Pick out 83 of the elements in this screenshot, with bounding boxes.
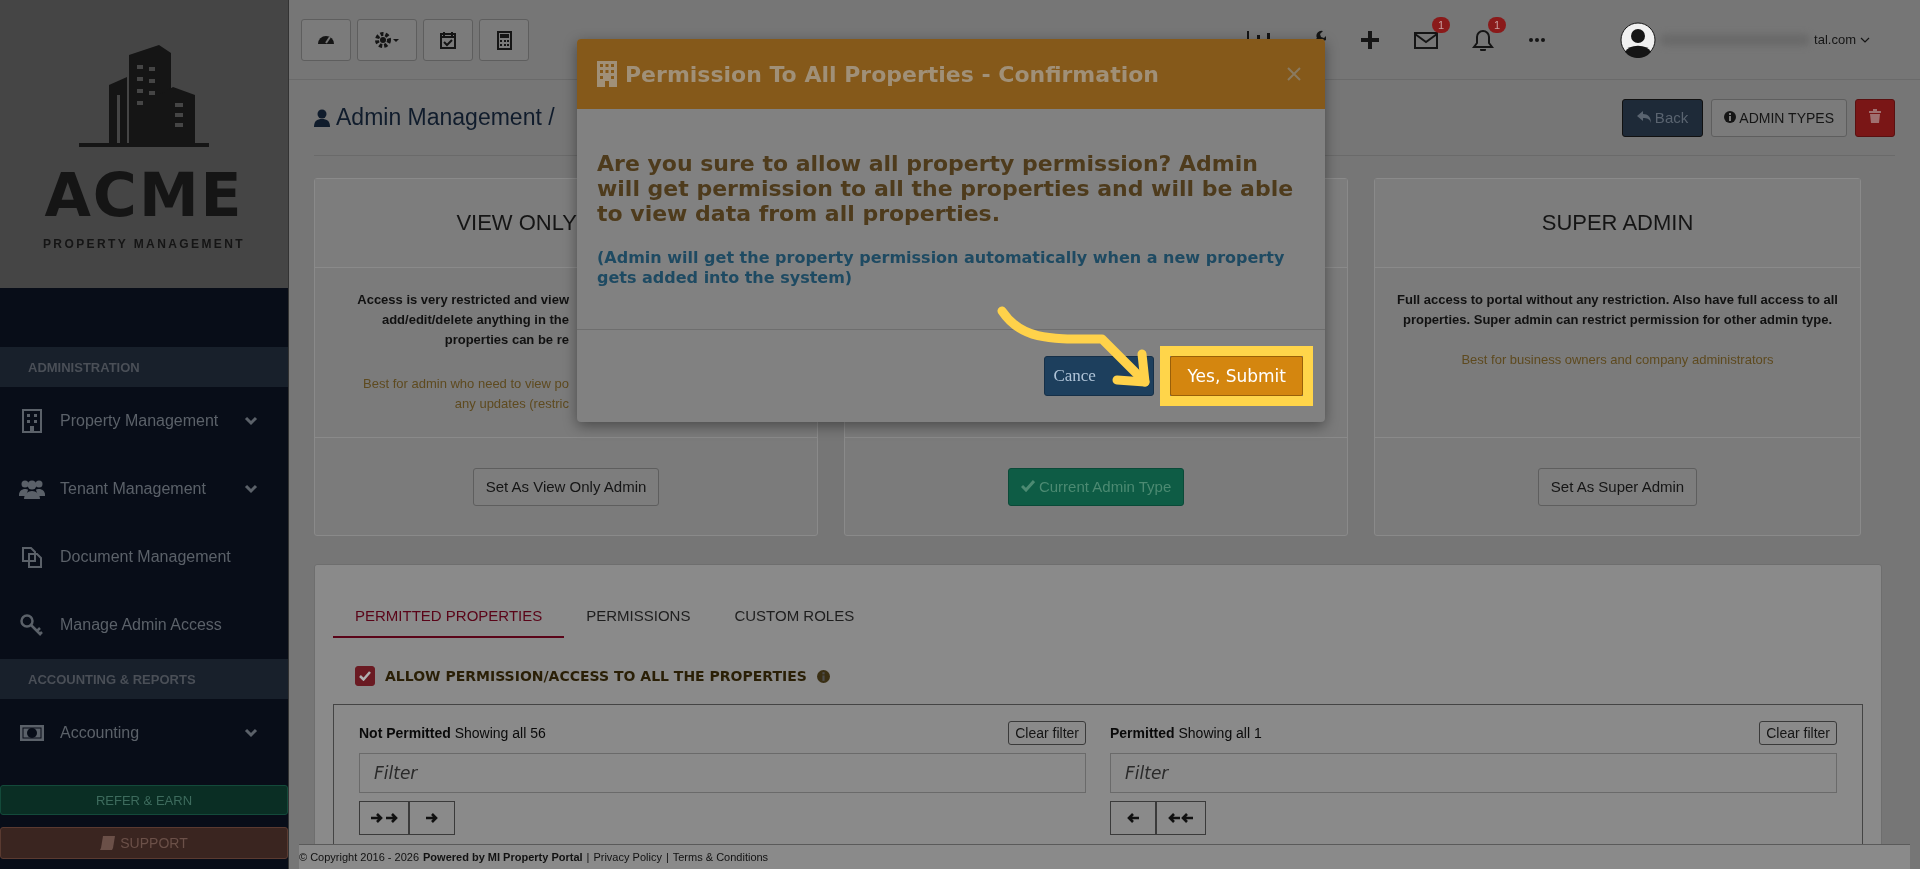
sidebar-item[interactable]: Tenant Management bbox=[0, 455, 288, 523]
page-title: Admin Management / bbox=[336, 104, 555, 131]
dialog-title: Permission To All Properties - Confirmation bbox=[625, 61, 1160, 87]
chevron-down-icon bbox=[244, 728, 258, 738]
copyright-text: © Copyright 2016 - 2026 bbox=[299, 851, 419, 863]
card-description: add/edit/delete anything in the bbox=[380, 311, 569, 329]
double-arrow-right-icon bbox=[370, 812, 398, 824]
submit-button[interactable]: Yes, Submit bbox=[1170, 356, 1303, 396]
key-icon bbox=[19, 613, 45, 637]
set-admin-type-button[interactable]: Set As View Only Admin bbox=[472, 467, 660, 506]
checkbox-label: ALLOW PERMISSION/ACCESS TO ALL THE PROPERTIES bbox=[385, 668, 807, 684]
book-icon bbox=[100, 835, 117, 851]
card-note: Best for business owners and company administrators bbox=[1460, 351, 1775, 369]
list-caption: Not Permitted Showing all 56 bbox=[359, 725, 546, 741]
toolbar-button[interactable] bbox=[479, 18, 529, 61]
card-description: Access is very restricted and view bbox=[356, 291, 569, 309]
filter-field[interactable]: Filter bbox=[359, 753, 1086, 793]
avatar-icon bbox=[1620, 21, 1657, 58]
footer-link[interactable]: Privacy Policy bbox=[593, 851, 662, 863]
move-button[interactable] bbox=[1156, 801, 1206, 835]
admin-types-button[interactable]: ADMIN TYPES bbox=[1711, 98, 1847, 137]
move-button[interactable] bbox=[359, 801, 409, 835]
sidebar-item[interactable]: Manage Admin Access bbox=[0, 591, 288, 659]
check-icon bbox=[1020, 480, 1035, 492]
sidebar-item[interactable]: Accounting bbox=[0, 699, 288, 767]
plus-icon bbox=[1360, 28, 1381, 51]
separator-text: | bbox=[586, 851, 590, 863]
checkbox[interactable] bbox=[355, 666, 375, 686]
double-arrow-left-icon bbox=[1167, 812, 1195, 824]
filter-field[interactable]: Filter bbox=[1110, 753, 1837, 793]
toolbar-button[interactable] bbox=[301, 18, 351, 61]
close-icon bbox=[1287, 67, 1301, 81]
user-email[interactable]: tal.com bbox=[1814, 32, 1856, 47]
building-icon bbox=[22, 409, 42, 433]
banknote-icon bbox=[19, 723, 45, 743]
delete-button[interactable] bbox=[1855, 98, 1895, 137]
card-description: Full access to portal without any restriction. Also have full access to all properties. Super admin can restrict permission for other admin type. bbox=[1396, 291, 1839, 329]
more-icon bbox=[1528, 37, 1547, 42]
user-icon bbox=[314, 108, 330, 127]
card-note: Best for admin who need to view po bbox=[362, 375, 569, 393]
list-caption: Permitted Showing all 1 bbox=[1110, 725, 1262, 741]
users-icon bbox=[19, 479, 45, 499]
arrow-right-icon bbox=[425, 812, 439, 824]
check-icon bbox=[359, 671, 371, 681]
move-button[interactable] bbox=[409, 801, 455, 835]
info-icon bbox=[816, 669, 830, 683]
separator-text: | bbox=[665, 851, 669, 863]
building-icon bbox=[597, 61, 617, 87]
card-title: SUPER ADMIN bbox=[1541, 210, 1694, 236]
tab[interactable]: PERMISSIONS bbox=[564, 595, 713, 638]
footer-link[interactable]: Powered by MI Property Portal bbox=[423, 851, 583, 863]
arrow-left-icon bbox=[1126, 812, 1140, 824]
tab[interactable]: PERMITTED PROPERTIES bbox=[333, 595, 565, 638]
back-button[interactable]: Back bbox=[1621, 98, 1704, 137]
chevron-down-icon bbox=[244, 416, 258, 426]
set-admin-type-button[interactable]: Set As Super Admin bbox=[1537, 467, 1698, 506]
caret-down-icon bbox=[1860, 35, 1870, 44]
info-icon bbox=[1724, 110, 1737, 123]
card-note: any updates (restric bbox=[453, 395, 569, 413]
move-button[interactable] bbox=[1110, 801, 1156, 835]
bell-icon bbox=[1472, 28, 1495, 51]
notification-badge: 1 bbox=[1431, 16, 1451, 33]
dialog-note: (Admin will get the property permission automatically when a new property gets added into the system) bbox=[597, 248, 1286, 288]
calendar-check-icon bbox=[438, 29, 458, 50]
card-title: VIEW ONLY bbox=[456, 210, 577, 236]
gear-icon bbox=[374, 29, 400, 50]
toolbar-button[interactable] bbox=[423, 18, 473, 61]
notification-badge: 1 bbox=[1487, 16, 1507, 33]
trash-icon bbox=[1869, 109, 1881, 123]
toolbar-button[interactable] bbox=[357, 18, 417, 61]
footer-link[interactable]: Terms & Conditions bbox=[672, 851, 769, 863]
tab[interactable]: CUSTOM ROLES bbox=[712, 595, 877, 638]
documents-icon bbox=[20, 545, 44, 569]
clear-filter-button[interactable]: Clear filter bbox=[1759, 721, 1837, 745]
card-description: properties can be re bbox=[443, 331, 569, 349]
reply-arrow-icon bbox=[1636, 111, 1651, 123]
clear-filter-button[interactable]: Clear filter bbox=[1008, 721, 1086, 745]
refer-button[interactable]: REFER & EARN bbox=[0, 785, 288, 815]
chevron-down-icon bbox=[244, 484, 258, 494]
sidebar-item[interactable]: Document Management bbox=[0, 523, 288, 591]
calculator-icon bbox=[494, 29, 514, 50]
dialog-message: Are you sure to allow all property permission? Admin will get permission to all the properties and will be able to view data from all properties. bbox=[597, 151, 1295, 226]
sidebar-item[interactable]: Property Management bbox=[0, 387, 288, 455]
